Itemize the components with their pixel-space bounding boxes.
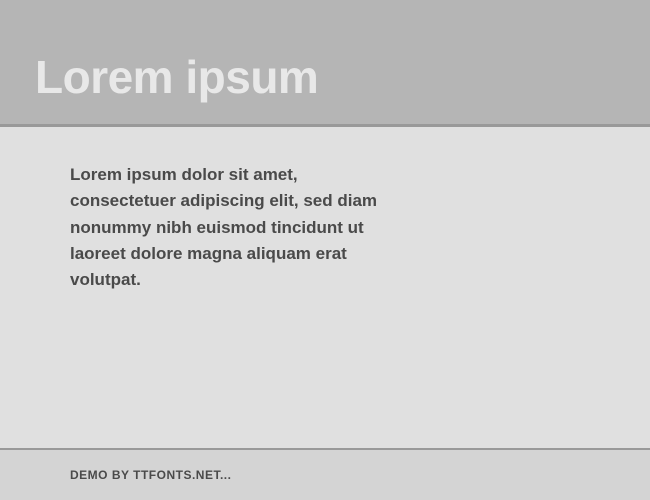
page-title: Lorem ipsum bbox=[35, 50, 615, 104]
header-section: Lorem ipsum bbox=[0, 0, 650, 127]
footer-section: DEMO BY TTFONTS.NET... bbox=[0, 450, 650, 500]
body-paragraph: Lorem ipsum dolor sit amet, consectetuer… bbox=[70, 162, 390, 294]
body-section: Lorem ipsum dolor sit amet, consectetuer… bbox=[0, 127, 650, 450]
footer-text: DEMO BY TTFONTS.NET... bbox=[70, 468, 580, 482]
